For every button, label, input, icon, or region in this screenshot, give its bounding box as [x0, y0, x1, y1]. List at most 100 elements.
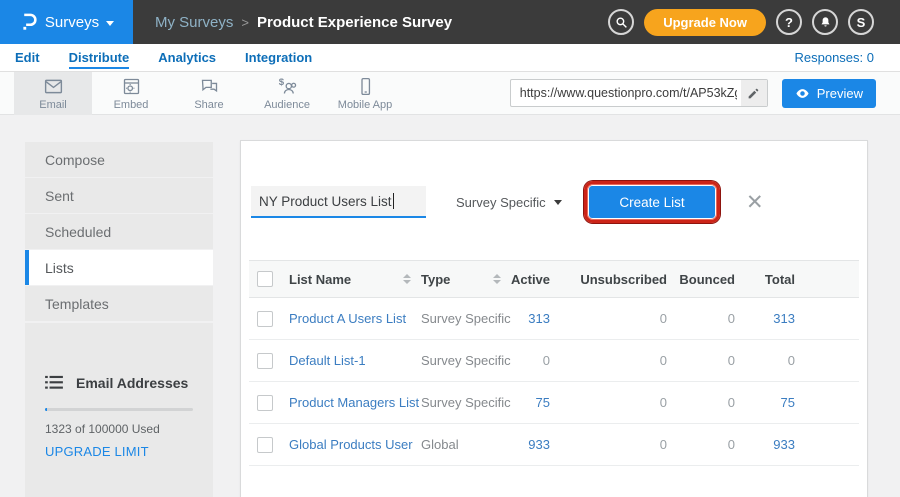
bounced-count: 0	[673, 311, 741, 326]
tab-analytics[interactable]: Analytics	[158, 47, 216, 69]
question-mark-icon: ?	[785, 15, 793, 30]
total-count[interactable]: 313	[741, 311, 801, 326]
account-avatar[interactable]: S	[848, 9, 874, 35]
active-count[interactable]: 313	[511, 311, 556, 326]
lists-table: List Name Type Active Unsubscribed Bounc…	[249, 260, 859, 466]
share-icon	[199, 76, 220, 97]
toolbar-item-share[interactable]: Share	[170, 72, 248, 115]
survey-tab-bar: Edit Distribute Analytics Integration Re…	[0, 44, 900, 72]
list-name-link[interactable]: Product Managers List	[289, 395, 421, 410]
survey-url-field	[510, 79, 768, 107]
preview-button[interactable]: Preview	[782, 79, 876, 108]
active-count[interactable]: 933	[511, 437, 556, 452]
list-type: Survey Specific	[421, 353, 511, 368]
list-name-value: NY Product Users List	[259, 194, 392, 209]
chevron-down-icon	[106, 21, 114, 26]
create-list-button[interactable]: Create List	[589, 186, 715, 218]
email-addresses-title: Email Addresses	[76, 375, 188, 391]
sort-icon[interactable]	[493, 274, 501, 284]
survey-url-input[interactable]	[511, 86, 741, 100]
search-icon	[615, 16, 628, 29]
table-row: Product Managers List Survey Specific 75…	[249, 382, 859, 424]
table-row: Global Products User Global 933 0 0 933	[249, 424, 859, 466]
close-icon[interactable]: ✕	[746, 192, 764, 213]
active-count[interactable]: 75	[511, 395, 556, 410]
toolbar-item-mobile-app[interactable]: Mobile App	[326, 72, 404, 115]
upgrade-now-button[interactable]: Upgrade Now	[644, 9, 766, 36]
list-name-link[interactable]: Default List-1	[289, 353, 421, 368]
product-switcher[interactable]: Surveys	[0, 0, 133, 44]
topbar-actions: Upgrade Now ? S	[608, 0, 900, 44]
bounced-count: 0	[673, 353, 741, 368]
distribute-toolbar: Email Embed Share $ Audience Mobile App	[0, 72, 900, 115]
product-name: Surveys	[45, 14, 99, 31]
row-checkbox[interactable]	[257, 395, 273, 411]
email-usage-fill	[45, 408, 47, 411]
row-checkbox[interactable]	[257, 353, 273, 369]
chevron-down-icon	[554, 200, 562, 205]
sidebar-item-scheduled[interactable]: Scheduled	[25, 214, 213, 249]
table-header-row: List Name Type Active Unsubscribed Bounc…	[249, 260, 859, 298]
toolbar-item-email[interactable]: Email	[14, 72, 92, 115]
notifications-button[interactable]	[812, 9, 838, 35]
sort-icon[interactable]	[403, 274, 411, 284]
unsubscribed-count: 0	[556, 437, 673, 452]
sidebar-item-templates[interactable]: Templates	[25, 286, 213, 321]
unsubscribed-count: 0	[556, 311, 673, 326]
total-count: 0	[741, 353, 801, 368]
email-usage-text: 1323 of 100000 Used	[45, 422, 193, 436]
list-type: Survey Specific	[421, 395, 511, 410]
tab-edit[interactable]: Edit	[15, 47, 40, 69]
toolbar-item-label: Share	[194, 99, 223, 111]
row-checkbox[interactable]	[257, 437, 273, 453]
edit-url-button[interactable]	[741, 80, 767, 106]
email-addresses-section: Email Addresses 1323 of 100000 Used UPGR…	[25, 323, 213, 497]
active-count: 0	[511, 353, 556, 368]
upgrade-limit-link[interactable]: UPGRADE LIMIT	[45, 444, 193, 459]
list-name-link[interactable]: Global Products User	[289, 437, 421, 452]
content-area: Compose Sent Scheduled Lists Templates E…	[0, 115, 900, 497]
row-checkbox[interactable]	[257, 311, 273, 327]
list-type: Survey Specific	[421, 311, 511, 326]
list-name-input[interactable]: NY Product Users List	[251, 186, 426, 218]
table-row: Default List-1 Survey Specific 0 0 0 0	[249, 340, 859, 382]
toolbar-item-label: Mobile App	[338, 99, 392, 111]
toolbar-item-embed[interactable]: Embed	[92, 72, 170, 115]
header-type[interactable]: Type	[421, 272, 511, 287]
email-usage-bar	[45, 408, 193, 411]
unsubscribed-count: 0	[556, 395, 673, 410]
sidebar-item-sent[interactable]: Sent	[25, 178, 213, 213]
header-list-name[interactable]: List Name	[289, 272, 421, 287]
toolbar-right: Preview	[510, 79, 900, 108]
responses-count[interactable]: Responses: 0	[795, 50, 875, 65]
tab-integration[interactable]: Integration	[245, 47, 312, 69]
breadcrumb-separator: >	[241, 15, 249, 30]
create-list-form: NY Product Users List Survey Specific Cr…	[251, 181, 867, 223]
total-count[interactable]: 75	[741, 395, 801, 410]
toolbar-item-label: Email	[39, 99, 67, 111]
bell-icon	[819, 16, 832, 29]
search-button[interactable]	[608, 9, 634, 35]
annotation-highlight: Create List	[584, 181, 720, 223]
help-button[interactable]: ?	[776, 9, 802, 35]
svg-text:$: $	[278, 76, 284, 87]
email-icon	[43, 76, 64, 97]
total-count[interactable]: 933	[741, 437, 801, 452]
toolbar-item-audience[interactable]: $ Audience	[248, 72, 326, 115]
embed-icon	[121, 76, 142, 97]
lists-panel: NY Product Users List Survey Specific Cr…	[240, 140, 868, 497]
select-all-checkbox[interactable]	[257, 271, 273, 287]
eye-icon	[795, 86, 810, 101]
email-sidebar: Compose Sent Scheduled Lists Templates E…	[25, 142, 213, 497]
sidebar-item-lists[interactable]: Lists	[25, 250, 213, 285]
questionpro-logo-icon	[19, 12, 38, 32]
audience-icon: $	[277, 76, 298, 97]
sidebar-item-compose[interactable]: Compose	[25, 142, 213, 177]
tab-distribute[interactable]: Distribute	[69, 47, 130, 69]
page-title: Product Experience Survey	[257, 14, 452, 31]
top-bar: Surveys My Surveys > Product Experience …	[0, 0, 900, 44]
breadcrumb-my-surveys[interactable]: My Surveys	[155, 14, 233, 31]
list-name-link[interactable]: Product A Users List	[289, 311, 421, 326]
header-total: Total	[741, 272, 801, 287]
list-type-select[interactable]: Survey Specific	[456, 195, 562, 210]
